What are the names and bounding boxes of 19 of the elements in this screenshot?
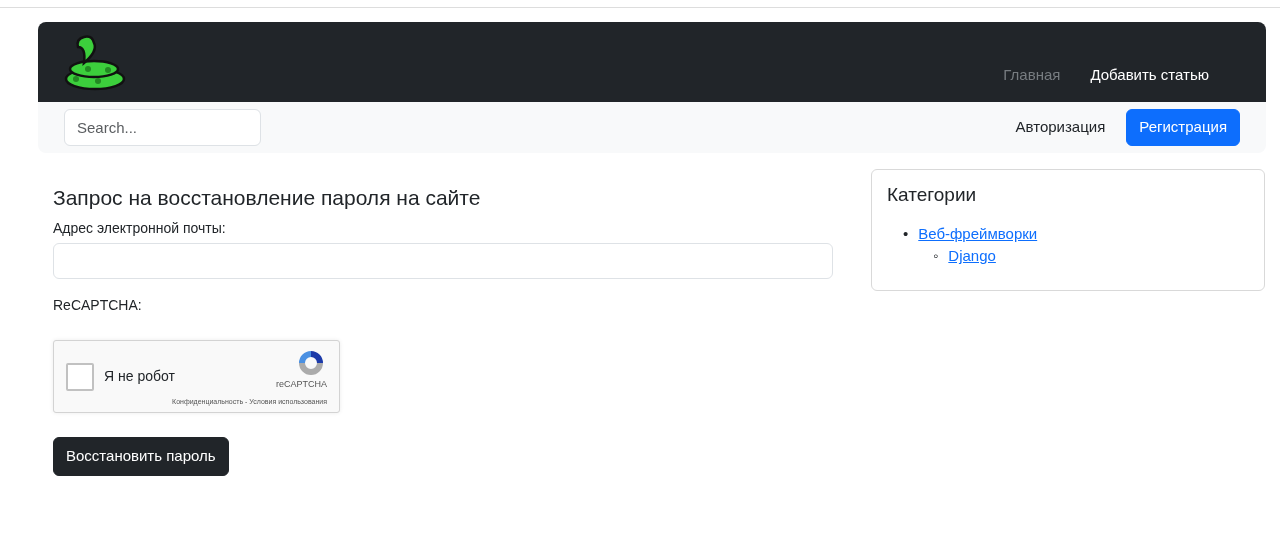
login-link[interactable]: Авторизация [1002, 109, 1119, 146]
bullet-marker: ◦ [933, 247, 939, 265]
sidebar-title: Категории [887, 184, 978, 207]
submit-button[interactable]: Восстановить пароль [53, 437, 229, 476]
category-link[interactable]: Веб-фреймворки [918, 224, 1038, 242]
snake-logo-icon[interactable] [64, 33, 126, 91]
captcha-checkbox[interactable] [66, 362, 94, 391]
captcha-text: Я не робот [104, 367, 175, 387]
recaptcha-brand: reCAPTCHA [276, 377, 327, 391]
captcha-label: ReCAPTCHA: [53, 296, 143, 316]
search-field[interactable]: Search... [64, 109, 261, 146]
nav-link[interactable]: Главная [988, 63, 1076, 86]
register-button[interactable]: Регистрация [1126, 109, 1240, 146]
email-field[interactable] [53, 243, 833, 280]
email-label: Адрес электронной почты: [53, 219, 227, 239]
page-title: Запрос на восстановление пароля на сайте [53, 185, 482, 211]
nav-link[interactable]: Добавить статью [1075, 63, 1224, 86]
category-link[interactable]: Django [948, 247, 996, 265]
bullet-marker: • [903, 224, 909, 242]
